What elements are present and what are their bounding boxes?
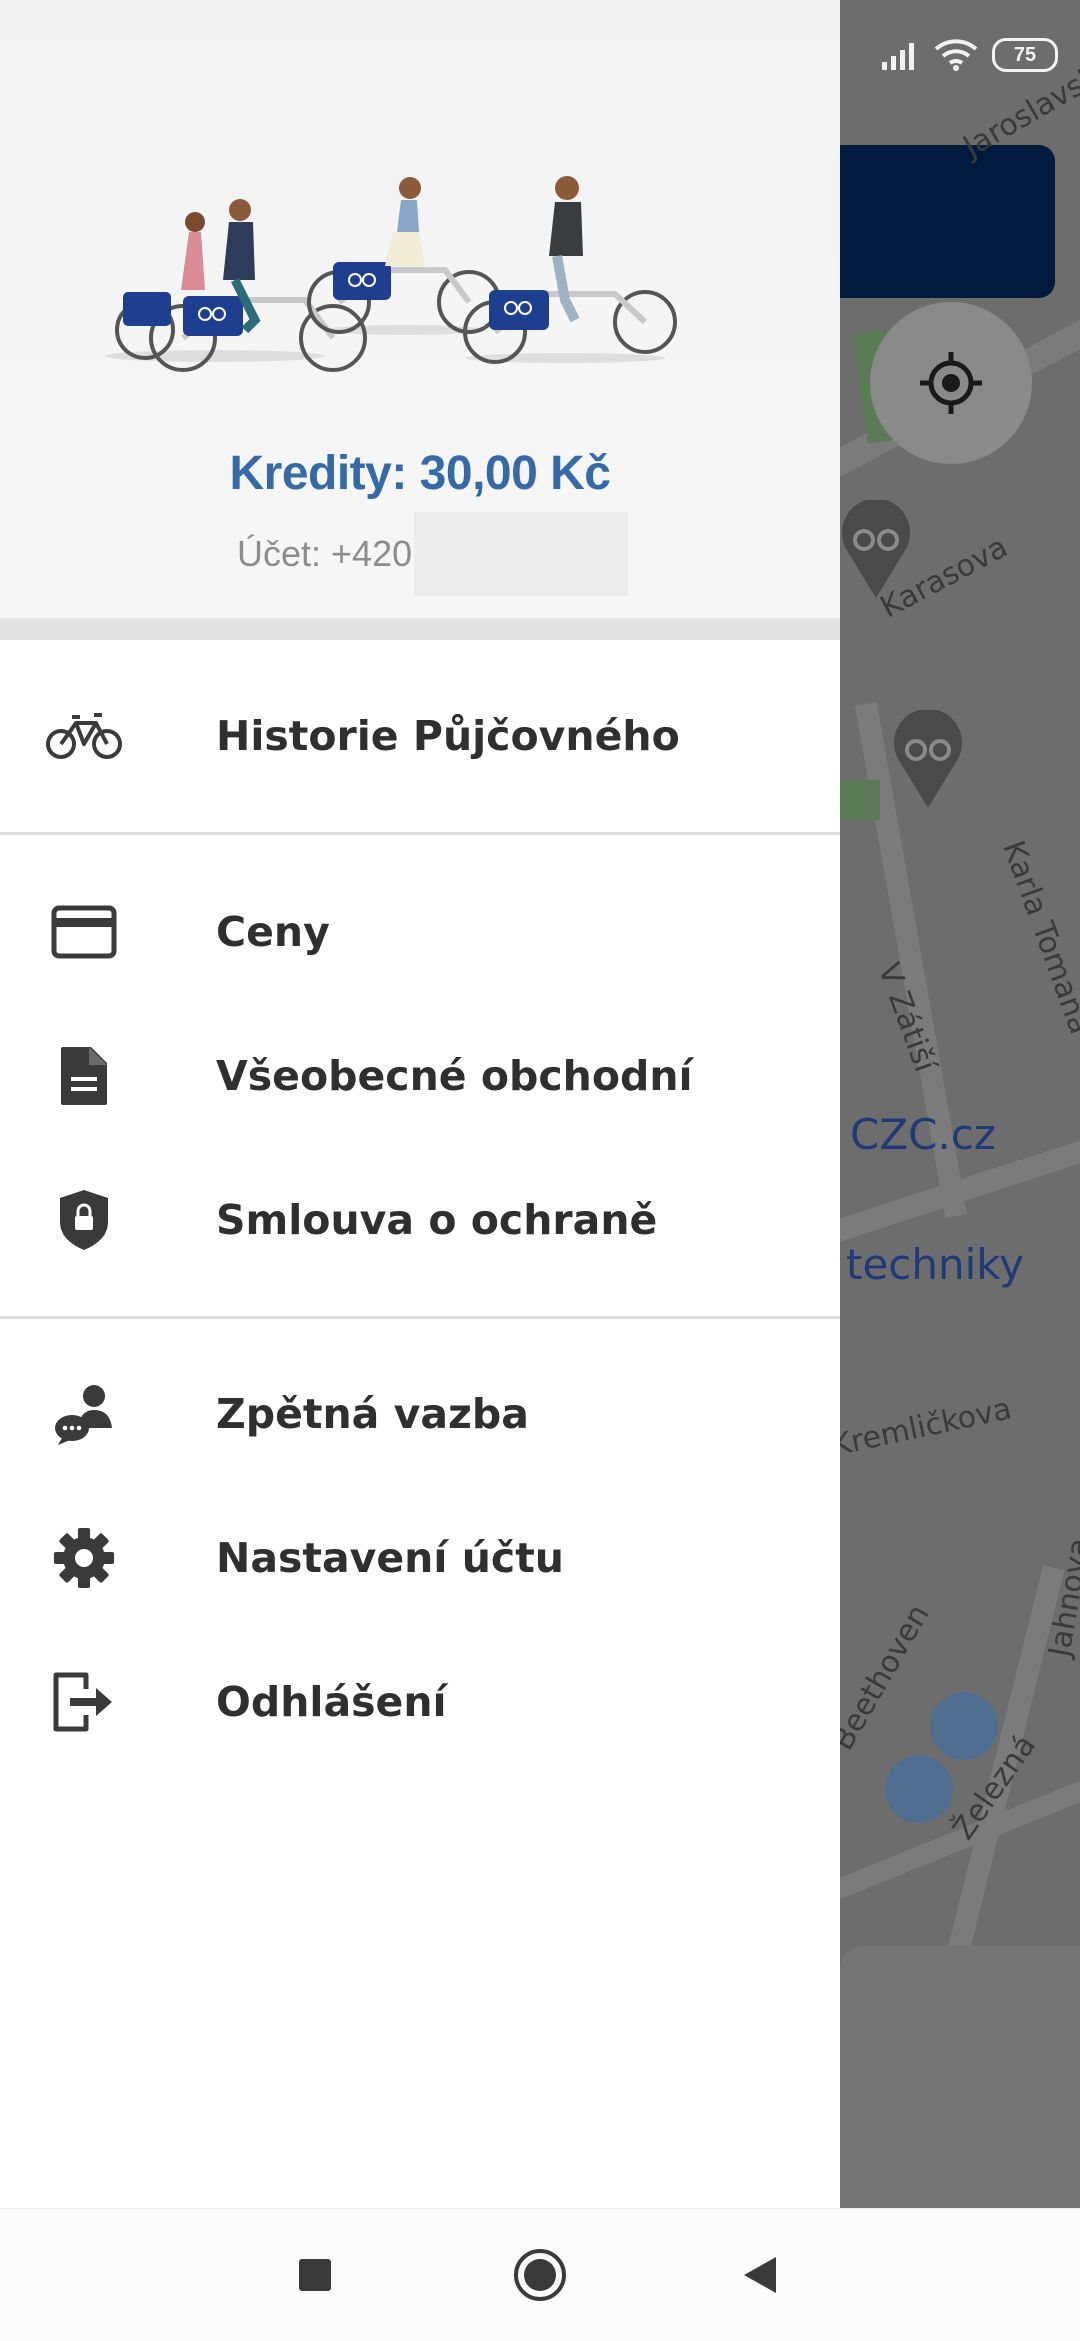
signal-icon	[882, 43, 914, 70]
street-label: Kremličkova	[840, 1391, 1015, 1464]
crosshair-icon	[920, 352, 982, 414]
menu-item-privacy[interactable]: Smlouva o ochraně	[0, 1160, 840, 1280]
header-shadow	[0, 618, 840, 640]
logout-icon	[44, 1662, 124, 1742]
menu-divider	[0, 1316, 840, 1319]
menu-label: Smlouva o ochraně	[216, 1196, 658, 1244]
map-cluster-marker[interactable]	[930, 1692, 998, 1760]
system-navigation-bar	[0, 2208, 1080, 2341]
status-bar: 75	[880, 38, 1058, 72]
credit-card-icon	[44, 892, 124, 972]
circle-icon	[514, 2249, 566, 2301]
place-label: techniky	[846, 1240, 1024, 1289]
navigation-drawer: Kredity: 30,00 Kč Účet: +420 Historie Pů…	[0, 0, 840, 2208]
menu-label: Ceny	[216, 908, 330, 956]
menu-label: Zpětná vazba	[216, 1390, 529, 1438]
menu-label: Všeobecné obchodní	[216, 1052, 693, 1100]
menu-item-feedback[interactable]: Zpětná vazba	[0, 1354, 840, 1474]
menu-item-rental-history[interactable]: Historie Půjčovného	[0, 676, 840, 796]
account-number: Účet: +420	[237, 533, 413, 574]
drawer-header: Kredity: 30,00 Kč Účet: +420	[0, 0, 840, 618]
back-button[interactable]	[700, 2209, 820, 2341]
map-cluster-marker[interactable]	[885, 1755, 953, 1823]
redacted-number	[414, 512, 629, 596]
menu-divider	[0, 832, 840, 835]
recents-button[interactable]	[255, 2209, 375, 2341]
street-label: Karla Tomana	[995, 836, 1080, 1039]
street-label: Beethoven	[840, 1598, 937, 1757]
my-location-button[interactable]	[870, 302, 1032, 464]
menu-label: Odhlášení	[216, 1678, 447, 1726]
battery-level: 75	[1013, 43, 1037, 66]
document-icon	[44, 1036, 124, 1116]
menu-label: Historie Půjčovného	[216, 712, 680, 760]
map-top-banner[interactable]	[840, 145, 1055, 298]
bottom-sheet[interactable]	[840, 1945, 1080, 2208]
back-triangle-icon	[744, 2257, 776, 2293]
account-info: Účet: +420	[237, 512, 629, 596]
wifi-icon	[934, 39, 978, 71]
menu-item-account-settings[interactable]: Nastavení účtu	[0, 1498, 840, 1618]
home-button[interactable]	[480, 2209, 600, 2341]
shield-lock-icon	[44, 1180, 124, 1260]
map-background[interactable]: Jaroslavska Karasova Karla Tomana V Záti…	[840, 0, 1080, 2208]
menu-item-terms[interactable]: Všeobecné obchodní	[0, 1016, 840, 1136]
menu-item-logout[interactable]: Odhlášení	[0, 1642, 840, 1762]
place-label: CZC.cz	[850, 1110, 996, 1159]
credits-balance: Kredity: 30,00 Kč	[229, 447, 611, 500]
feedback-icon	[44, 1374, 124, 1454]
gear-icon	[44, 1518, 124, 1598]
battery-indicator: 75	[992, 38, 1058, 72]
cyclists-illustration	[105, 176, 677, 372]
bicycle-icon	[44, 696, 124, 776]
bike-station-pin[interactable]	[890, 710, 966, 810]
menu-item-prices[interactable]: Ceny	[0, 872, 840, 992]
menu-label: Nastavení účtu	[216, 1534, 564, 1582]
square-icon	[299, 2259, 331, 2291]
